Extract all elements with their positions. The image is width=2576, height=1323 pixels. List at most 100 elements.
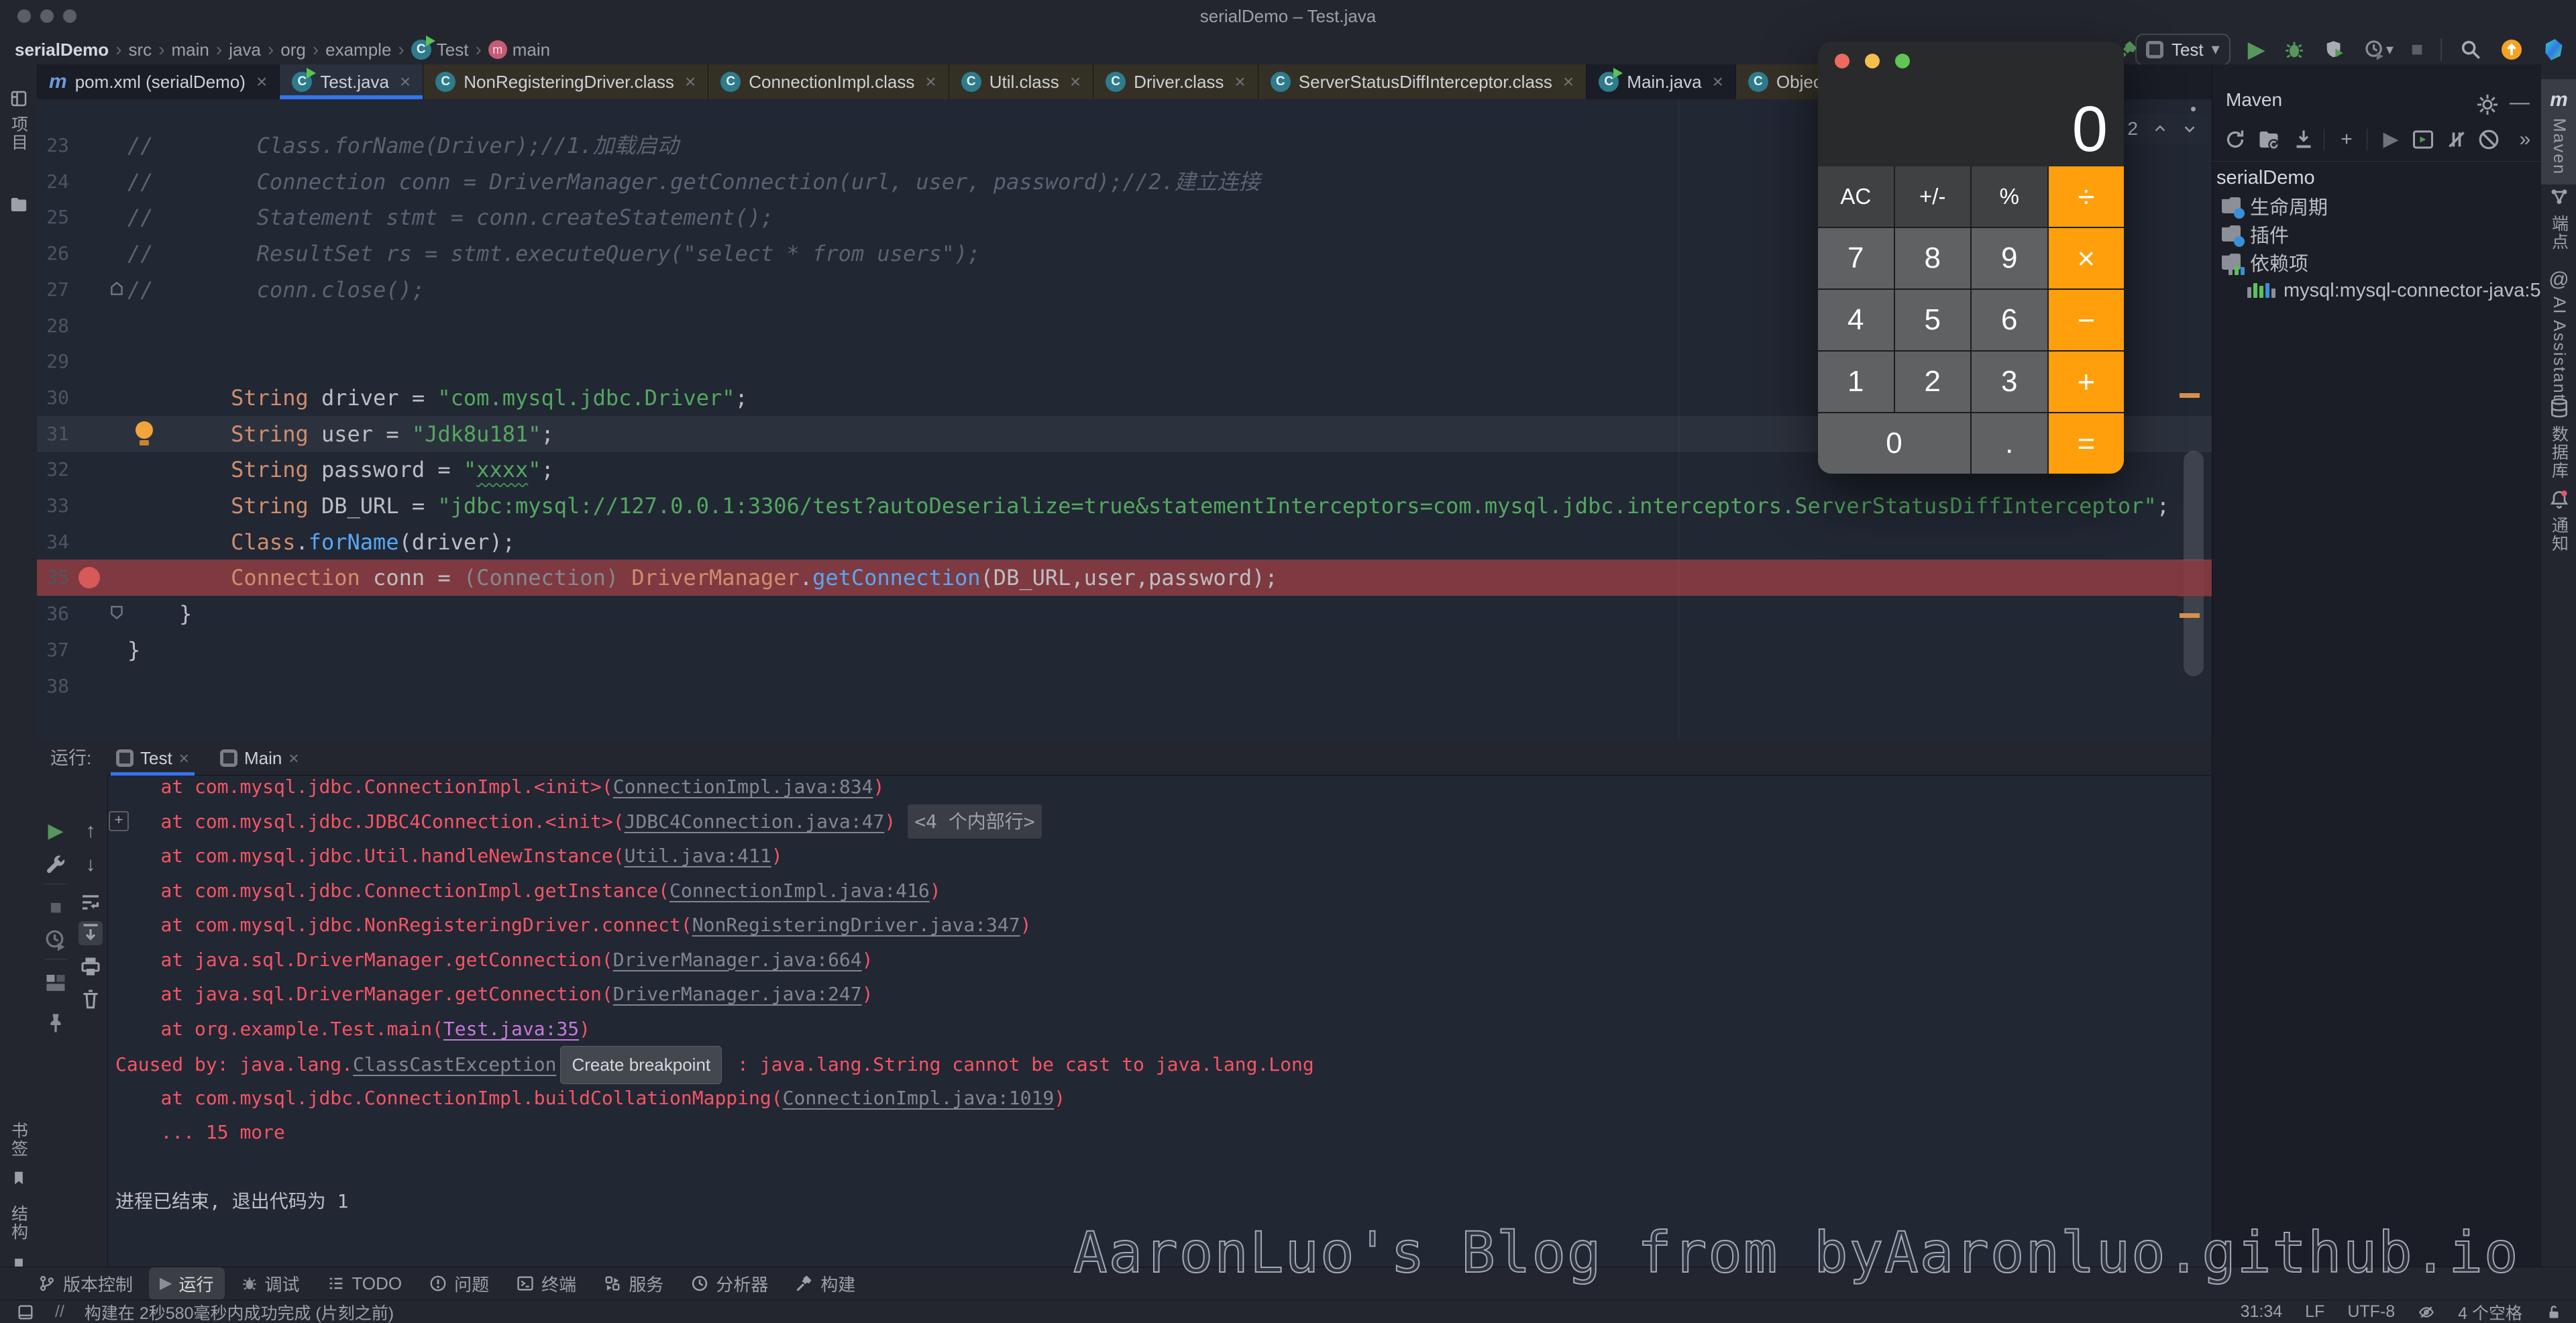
intention-bulb-icon[interactable] — [133, 421, 156, 448]
left-strip-folder[interactable] — [0, 189, 37, 220]
calc-key-=[interactable]: = — [2048, 413, 2124, 474]
stack-trace-link[interactable]: ConnectionImpl.java:1019 — [783, 1087, 1055, 1109]
calc-key-×[interactable]: × — [2048, 228, 2124, 288]
calc-close-icon[interactable] — [1835, 54, 1849, 68]
status-message[interactable]: 构建在 2秒580毫秒内成功完成 (片刻之前) — [85, 1300, 394, 1323]
code-line-37[interactable]: 37} — [37, 632, 2212, 668]
close-tab-icon[interactable]: × — [1563, 71, 1574, 93]
coverage-button-icon[interactable] — [2323, 38, 2346, 61]
tab-ConnectionImpl.class[interactable]: C ConnectionImpl.class × — [708, 64, 949, 99]
calc-zoom-icon[interactable] — [1895, 54, 1910, 68]
stack-trace-link[interactable]: JDBC4Connection.java:47 — [625, 810, 885, 833]
tab-ServerStatusDiffInterceptor.class[interactable]: C ServerStatusDiffInterceptor.class × — [1258, 64, 1587, 99]
stack-trace-link[interactable]: DriverManager.java:247 — [613, 983, 862, 1005]
breadcrumb-item-Test[interactable]: C Test — [411, 36, 468, 60]
left-strip-bookmark[interactable] — [0, 1169, 37, 1187]
softwrap-icon[interactable] — [78, 890, 103, 914]
maven-node-serialDemo[interactable]: serialDemo — [2216, 164, 2541, 192]
next-problem-icon[interactable] — [2182, 121, 2197, 136]
terminal-run-icon[interactable] — [2411, 127, 2435, 152]
close-tab-icon[interactable]: × — [1713, 71, 1723, 93]
calc-key-6[interactable]: 6 — [1972, 290, 2047, 350]
calc-key-+/-[interactable]: +/- — [1894, 166, 1970, 227]
maven-node-生命周期[interactable]: 生命周期 — [2220, 192, 2541, 220]
trash-icon[interactable] — [78, 987, 103, 1011]
prev-problem-icon[interactable] — [2153, 121, 2167, 136]
fold-marker-icon[interactable] — [108, 280, 125, 297]
create-breakpoint-button[interactable]: Create breakpoint — [560, 1046, 722, 1084]
ide-update-icon[interactable] — [2500, 38, 2524, 62]
code-line-35[interactable]: 35 Connection conn = (Connection) Driver… — [37, 560, 2212, 596]
stack-trace-link[interactable]: NonRegisteringDriver.java:347 — [692, 914, 1020, 936]
pin-icon[interactable] — [44, 1011, 68, 1035]
tool-window-button-分析器[interactable]: 分析器 — [680, 1267, 779, 1300]
ban-icon[interactable] — [2477, 127, 2501, 152]
status-item[interactable]: UTF-8 — [2347, 1302, 2395, 1322]
arrow-down-icon[interactable]: ↓ — [78, 853, 103, 877]
stack-trace-link[interactable]: DriverManager.java:664 — [613, 949, 862, 971]
calc-key-3[interactable]: 3 — [1972, 352, 2047, 412]
breadcrumb-item-example[interactable]: example — [325, 40, 391, 60]
printer-icon[interactable] — [78, 955, 103, 979]
breadcrumb-item-java[interactable]: java — [229, 40, 261, 60]
gear-icon[interactable] — [2475, 93, 2500, 117]
maven-node-插件[interactable]: 插件 — [2220, 220, 2541, 248]
pipes-icon[interactable] — [2445, 127, 2469, 152]
code-line-38[interactable]: 38 — [37, 668, 2212, 704]
close-tab-icon[interactable]: × — [685, 71, 696, 93]
clock-run-icon[interactable] — [2363, 38, 2386, 61]
tab-NonRegisteringDriver.class[interactable]: C NonRegisteringDriver.class × — [423, 64, 709, 99]
download-icon[interactable] — [2292, 127, 2316, 152]
calc-key-2[interactable]: 2 — [1894, 352, 1970, 412]
calc-key-%[interactable]: % — [1972, 166, 2047, 227]
wrench-icon[interactable] — [44, 853, 68, 877]
warning-stripe-mark[interactable] — [2180, 393, 2200, 398]
profiler-button[interactable]: ▾ — [2363, 38, 2394, 61]
code-line-34[interactable]: 34 Class.forName(driver); — [37, 524, 2212, 560]
status-item[interactable]: 31:34 — [2241, 1302, 2283, 1322]
arrow-up-icon[interactable]: ↑ — [78, 819, 103, 843]
tab-Main.java[interactable]: C Main.java × — [1587, 64, 1736, 99]
calc-minimize-icon[interactable] — [1865, 54, 1880, 68]
close-tab-icon[interactable]: × — [400, 71, 411, 93]
close-tab-icon[interactable]: × — [1070, 71, 1081, 93]
eye-off-icon[interactable] — [2418, 1304, 2435, 1321]
left-strip-结构[interactable]: 结构 — [0, 1205, 37, 1241]
breadcrumb-item-serialDemo[interactable]: serialDemo — [15, 40, 109, 60]
debug-button-icon[interactable] — [2283, 38, 2306, 61]
breadcrumb-item-main[interactable]: m main — [488, 40, 550, 60]
maven-node-依赖项[interactable]: 依赖项 — [2220, 248, 2541, 276]
warning-stripe-mark[interactable] — [2180, 613, 2200, 618]
run-button-icon[interactable]: ▶ — [2248, 38, 2265, 61]
ai-assistant-logo-icon[interactable] — [2541, 37, 2567, 62]
run-config-selector[interactable]: Test ▾ — [2135, 34, 2231, 66]
window-layout-icon[interactable] — [16, 1303, 35, 1322]
close-tab-icon[interactable]: × — [288, 748, 299, 769]
run-tab-Test[interactable]: Test × — [111, 741, 195, 776]
fold-marker-icon[interactable] — [108, 604, 125, 621]
right-strip-端点[interactable]: 端点 — [2541, 177, 2576, 260]
tab-pom.xml (serialDemo)[interactable]: m pom.xml (serialDemo) × — [37, 64, 280, 99]
right-strip-Maven[interactable]: m Maven — [2541, 79, 2576, 185]
breadcrumb-item-src[interactable]: src — [129, 40, 152, 60]
tab-Util.class[interactable]: C Util.class × — [949, 64, 1094, 99]
right-strip-通知[interactable]: 通知 — [2541, 479, 2576, 562]
stack-trace-link[interactable]: ConnectionImpl.java:416 — [669, 880, 930, 902]
status-item[interactable]: LF — [2305, 1302, 2324, 1322]
calc-key-0[interactable]: 0 — [1818, 413, 1970, 474]
tool-window-button-TODO[interactable]: TODO — [316, 1269, 413, 1298]
maven-node-mysql:mysql-connector-java:5.1.28[interactable]: mysql:mysql-connector-java:5.1.28 — [2247, 276, 2541, 305]
tab-Test.java[interactable]: C Test.java × — [280, 64, 424, 99]
hide-panel-icon[interactable]: — — [2508, 93, 2532, 117]
run-goal-icon[interactable]: ▶ — [2379, 127, 2403, 152]
stack-trace-link[interactable]: ConnectionImpl.java:834 — [613, 776, 873, 798]
calc-key-÷[interactable]: ÷ — [2048, 166, 2124, 227]
calc-key-8[interactable]: 8 — [1894, 228, 1970, 288]
code-line-33[interactable]: 33 String DB_URL = "jdbc:mysql://127.0.0… — [37, 488, 2212, 524]
refresh-icon[interactable] — [2223, 127, 2247, 152]
calc-key-1[interactable]: 1 — [1818, 352, 1894, 412]
console-text[interactable]: <4 个内部行> — [908, 804, 1042, 839]
layout-icon[interactable] — [44, 971, 68, 995]
close-tab-icon[interactable]: × — [179, 748, 189, 769]
calc-key-.[interactable]: . — [1972, 413, 2047, 474]
